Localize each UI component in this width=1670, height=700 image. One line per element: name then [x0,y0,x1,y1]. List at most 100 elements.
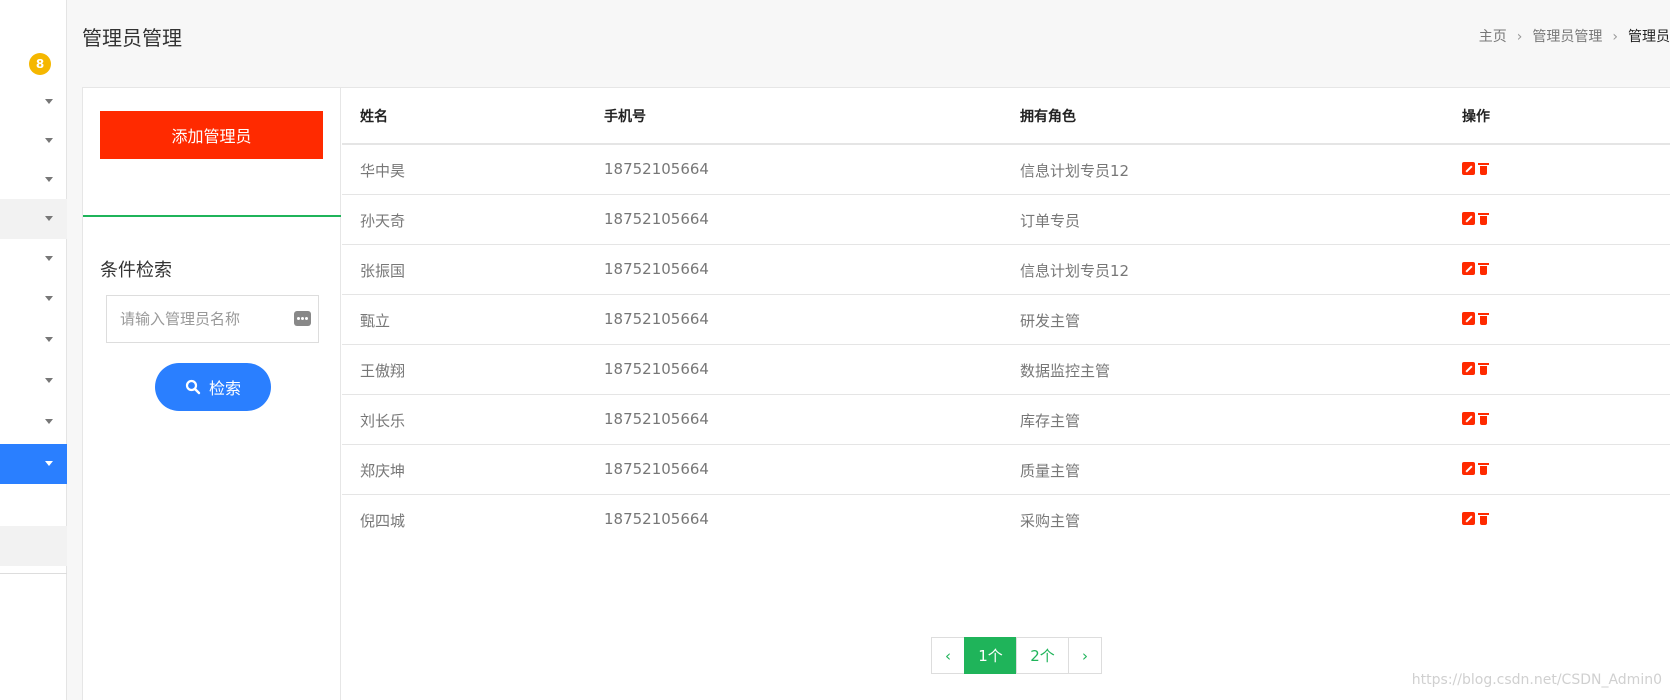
breadcrumb-current: 管理员 [1628,29,1670,45]
sidebar-menu-item-7[interactable] [0,320,67,360]
breadcrumb-section-link[interactable]: 管理员管理 [1532,29,1602,45]
cell-role: 库存主管 [1020,412,1081,430]
row-actions [1462,262,1489,275]
row-actions [1462,162,1489,175]
cell-phone: 18752105664 [604,260,709,278]
row-actions [1462,512,1489,525]
table-row: 孙天奇 18752105664 订单专员 [342,195,1670,245]
sidebar-menu-item-1[interactable] [0,82,67,122]
cell-name: 孙天奇 [360,212,406,230]
cell-name: 张振国 [360,262,406,280]
caret-down-icon [45,256,53,261]
sidebar-menu-item-2[interactable] [0,121,67,161]
chevron-right-icon: › [1612,29,1618,45]
cell-role: 订单专员 [1020,212,1081,230]
edit-icon[interactable] [1462,512,1475,525]
table-row: 刘长乐 18752105664 库存主管 [342,395,1670,445]
edit-icon[interactable] [1462,412,1475,425]
search-input-wrapper [106,295,319,343]
column-header-phone: 手机号 [604,109,646,125]
pagination: ‹ 1个 2个 › [931,637,1102,674]
delete-icon[interactable] [1478,512,1489,525]
delete-icon[interactable] [1478,212,1489,225]
cell-role: 数据监控主管 [1020,362,1111,380]
sidebar-divider [0,573,67,574]
row-actions [1462,362,1489,375]
delete-icon[interactable] [1478,412,1489,425]
table-row: 倪四城 18752105664 采购主管 [342,495,1670,545]
sidebar-menu-item-4[interactable] [0,199,67,239]
row-actions [1462,312,1489,325]
delete-icon[interactable] [1478,262,1489,275]
cell-role: 质量主管 [1020,462,1081,480]
more-options-icon[interactable] [294,311,311,326]
admin-table: 姓名 手机号 拥有角色 操作 华中昊 18752105664 信息计划专员12 … [342,88,1670,700]
edit-icon[interactable] [1462,462,1475,475]
delete-icon[interactable] [1478,462,1489,475]
row-actions [1462,212,1489,225]
column-header-role: 拥有角色 [1020,109,1076,125]
page-button-2[interactable]: 2个 [1016,637,1069,674]
cell-phone: 18752105664 [604,460,709,478]
caret-down-icon [45,99,53,104]
filter-title: 条件检索 [100,260,172,281]
cell-name: 王傲翔 [360,362,406,380]
search-button-label: 检索 [208,379,241,398]
cell-phone: 18752105664 [604,510,709,528]
cell-phone: 18752105664 [604,310,709,328]
edit-icon[interactable] [1462,262,1475,275]
table-header: 姓名 手机号 拥有角色 操作 [342,88,1670,145]
watermark: https://blog.csdn.net/CSDN_Admin0 [1411,672,1662,688]
delete-icon[interactable] [1478,162,1489,175]
caret-down-icon [45,378,53,383]
cell-name: 郑庆坤 [360,462,406,480]
admin-name-search-input[interactable] [107,296,318,342]
page-button-1[interactable]: 1个 [964,637,1017,674]
search-button[interactable]: 检索 [155,363,271,411]
edit-icon[interactable] [1462,362,1475,375]
cell-role: 采购主管 [1020,512,1081,530]
cell-name: 刘长乐 [360,412,406,430]
edit-icon[interactable] [1462,312,1475,325]
cell-name: 甄立 [360,312,391,330]
edit-icon[interactable] [1462,162,1475,175]
cell-name: 倪四城 [360,512,406,530]
sidebar-menu-item-8[interactable] [0,361,67,401]
next-page-button[interactable]: › [1068,637,1102,674]
section-divider [83,215,341,217]
add-admin-button[interactable]: 添加管理员 [100,111,323,159]
cell-phone: 18752105664 [604,160,709,178]
delete-icon[interactable] [1478,362,1489,375]
prev-page-button[interactable]: ‹ [931,637,965,674]
caret-down-icon [45,138,53,143]
breadcrumb-home-link[interactable]: 主页 [1479,29,1507,45]
filter-sidebar: 添加管理员 条件检索 检索 [83,88,341,700]
chevron-right-icon: › [1516,29,1523,45]
caret-down-icon [45,216,53,221]
caret-down-icon [45,461,53,466]
sidebar-menu-item-9[interactable] [0,402,67,442]
table-row: 华中昊 18752105664 信息计划专员12 [342,145,1670,195]
row-actions [1462,412,1489,425]
sidebar: 8 [0,0,67,700]
column-header-actions: 操作 [1462,109,1490,125]
cell-role: 信息计划专员12 [1020,162,1130,180]
sidebar-menu-item-3[interactable] [0,160,67,200]
sidebar-menu-item-active[interactable] [0,444,67,484]
table-row: 王傲翔 18752105664 数据监控主管 [342,345,1670,395]
delete-icon[interactable] [1478,312,1489,325]
main-panel: 添加管理员 条件检索 检索 姓名 手机号 拥有角色 操作 华中昊 1875210… [82,87,1670,700]
row-actions [1462,462,1489,475]
cell-phone: 18752105664 [604,360,709,378]
sidebar-menu-item-12[interactable] [0,526,67,566]
caret-down-icon [45,419,53,424]
sidebar-menu-item-11[interactable] [0,486,67,526]
cell-role: 研发主管 [1020,312,1081,330]
caret-down-icon [45,177,53,182]
sidebar-menu-item-5[interactable] [0,239,67,279]
edit-icon[interactable] [1462,212,1475,225]
cell-name: 华中昊 [360,162,406,180]
cell-phone: 18752105664 [604,410,709,428]
table-row: 甄立 18752105664 研发主管 [342,295,1670,345]
sidebar-menu-item-6[interactable] [0,279,67,319]
